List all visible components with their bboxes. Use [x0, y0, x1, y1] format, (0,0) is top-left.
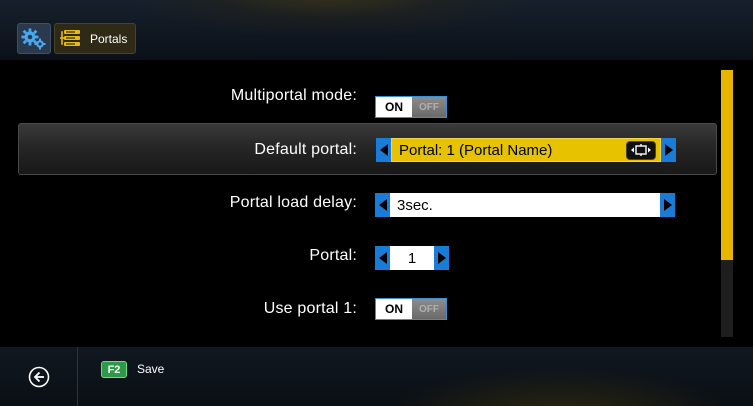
portal-load-delay-label: Portal load delay:	[229, 194, 357, 211]
keyboard-icon[interactable]	[626, 140, 656, 160]
breadcrumb[interactable]: Portals	[54, 23, 136, 54]
portal-number-value-box[interactable]: 1	[390, 246, 434, 270]
portal-load-delay-value-box[interactable]: 3sec.	[390, 193, 660, 217]
default-portal-value: Portal: 1 (Portal Name)	[399, 141, 553, 159]
portal-list-icon	[59, 28, 85, 50]
portal-number-stepper[interactable]: 1	[375, 246, 449, 270]
multiportal-mode-row[interactable]: Multiportal mode: ON OFF	[0, 70, 720, 122]
gear-icon	[21, 28, 46, 49]
portal-number-label: Portal:	[309, 247, 357, 264]
scrollbar-thumb[interactable]	[721, 70, 733, 260]
multiportal-mode-toggle[interactable]: ON OFF	[375, 96, 447, 118]
save-label[interactable]: Save	[137, 362, 164, 376]
arrow-left-icon[interactable]	[375, 246, 390, 270]
arrow-right-icon[interactable]	[660, 193, 675, 217]
toggle-on-label: ON	[376, 299, 412, 319]
arrow-right-icon[interactable]	[661, 138, 676, 162]
arrow-left-icon[interactable]	[375, 193, 390, 217]
toggle-on-label: ON	[376, 97, 412, 117]
settings-button[interactable]	[17, 23, 51, 54]
default-portal-label: Default portal:	[254, 141, 357, 158]
portal-number-row[interactable]: Portal: 1	[0, 230, 720, 282]
settings-panel: Multiportal mode: ON OFF Default portal:…	[0, 60, 753, 347]
default-portal-row[interactable]: Default portal: Portal: 1 (Portal Name)	[18, 123, 717, 175]
portal-number-value: 1	[407, 249, 417, 267]
toggle-off-label: OFF	[412, 97, 446, 117]
toggle-off-label: OFF	[412, 299, 446, 319]
back-arrow-icon	[28, 366, 49, 387]
use-portal-row[interactable]: Use portal 1: ON OFF	[0, 283, 720, 335]
footer-bar: F2 Save	[0, 347, 753, 406]
portal-load-delay-row[interactable]: Portal load delay: 3sec.	[0, 177, 720, 229]
back-button[interactable]	[0, 347, 78, 406]
multiportal-mode-label: Multiportal mode:	[230, 87, 357, 104]
default-portal-select[interactable]: Portal: 1 (Portal Name)	[376, 138, 676, 162]
portal-load-delay-value: 3sec.	[397, 196, 433, 214]
f2-key-badge[interactable]: F2	[101, 361, 127, 378]
arrow-left-icon[interactable]	[376, 138, 391, 162]
arrow-right-icon[interactable]	[434, 246, 449, 270]
use-portal-toggle[interactable]: ON OFF	[375, 298, 447, 320]
use-portal-label: Use portal 1:	[263, 300, 357, 317]
portal-load-delay-select[interactable]: 3sec.	[375, 193, 675, 217]
top-bar: Portals	[0, 0, 753, 60]
breadcrumb-label: Portals	[90, 31, 128, 46]
default-portal-value-box[interactable]: Portal: 1 (Portal Name)	[391, 138, 661, 162]
